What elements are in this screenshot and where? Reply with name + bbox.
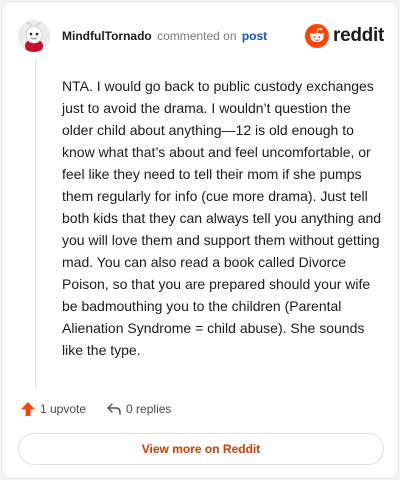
reddit-logo[interactable]: reddit (305, 24, 384, 48)
reddit-wordmark: reddit (333, 25, 384, 46)
comment-body: NTA. I would go back to public custody e… (62, 78, 382, 358)
upvote-count: 1 upvote (40, 402, 87, 416)
post-link[interactable]: post (242, 29, 267, 43)
view-more-button[interactable]: View more on Reddit (18, 433, 384, 465)
reply-icon (107, 403, 121, 415)
reply-count: 0 replies (126, 402, 172, 416)
action-text: commented on (157, 29, 237, 43)
upvote-arrow-icon (21, 402, 35, 416)
thread-line (35, 60, 36, 388)
replies-button[interactable]: 0 replies (106, 401, 171, 417)
avatar[interactable] (18, 20, 50, 52)
reddit-snoo-icon (305, 24, 330, 48)
comment-meta: MindfulTornado commented on post (62, 28, 267, 44)
comment-actions: 1 upvote 0 replies (20, 399, 171, 419)
avatar-image (18, 20, 50, 52)
comment-header: MindfulTornado commented on post reddit (18, 18, 384, 54)
embedded-comment-card: MindfulTornado commented on post reddit … (1, 1, 399, 479)
username-link[interactable]: MindfulTornado (62, 29, 152, 43)
upvote-button[interactable]: 1 upvote (20, 401, 86, 417)
